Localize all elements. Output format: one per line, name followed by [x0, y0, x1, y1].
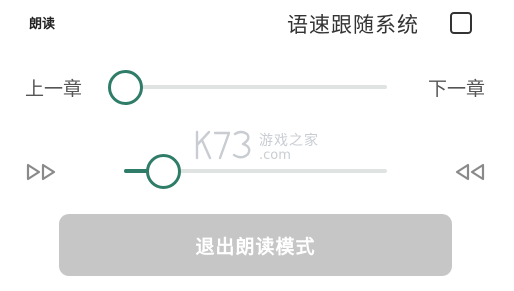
chapter-progress-slider[interactable]: [108, 70, 387, 105]
follow-system-speed-label[interactable]: 语速跟随系统: [287, 9, 419, 39]
previous-chapter-button[interactable]: 上一章: [25, 74, 82, 101]
next-chapter-button[interactable]: 下一章: [428, 74, 485, 101]
chapter-slider-thumb[interactable]: [108, 70, 143, 105]
speech-speed-slider[interactable]: [124, 154, 387, 189]
rewind-icon[interactable]: [453, 163, 485, 181]
read-aloud-panel: 朗读 语速跟随系统 上一章 下一章 游戏之家 .com 退出朗读模式: [0, 0, 514, 291]
watermark-chinese-text: 游戏之家: [259, 133, 319, 149]
chapter-slider-track: [125, 85, 387, 89]
speed-slider-thumb[interactable]: [146, 154, 182, 189]
exit-read-aloud-button[interactable]: 退出朗读模式: [59, 214, 452, 276]
follow-system-speed-checkbox[interactable]: [450, 12, 472, 34]
fast-forward-icon[interactable]: [26, 163, 58, 181]
panel-title: 朗读: [29, 17, 56, 32]
